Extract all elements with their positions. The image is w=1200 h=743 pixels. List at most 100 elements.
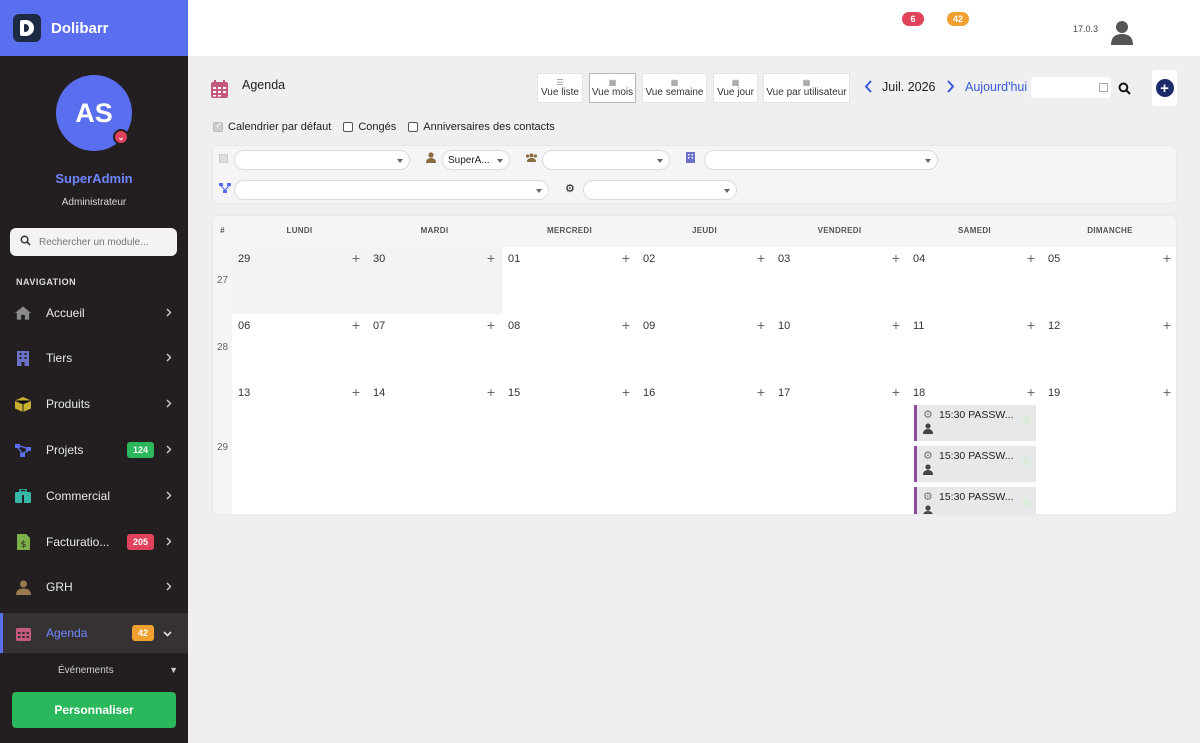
customize-button[interactable]: Personnaliser — [12, 692, 176, 728]
checkbox-birthdays[interactable]: Anniversaires des contacts — [408, 121, 555, 133]
sidebar-item-projets[interactable]: Projets 124 — [0, 430, 188, 470]
view-month-button[interactable]: ▦ Vue mois — [589, 73, 636, 103]
add-event-plus-icon[interactable]: + — [1163, 250, 1171, 266]
day-cell[interactable]: 01 + — [502, 247, 637, 314]
day-number[interactable]: 19 — [1048, 387, 1060, 399]
day-number[interactable]: 09 — [643, 320, 655, 332]
sidebar-item-facturatio[interactable]: $ Facturatio... 205 — [0, 522, 188, 562]
day-cell[interactable]: 16 + — [637, 381, 772, 514]
day-number[interactable]: 14 — [373, 387, 385, 399]
add-event-plus-icon[interactable]: + — [622, 250, 630, 266]
checkbox-conges[interactable]: Congés — [343, 121, 396, 133]
search-button[interactable] — [1113, 77, 1136, 99]
sidebar-item-produits[interactable]: Produits — [0, 384, 188, 424]
view-list-button[interactable]: ☰ Vue liste — [537, 73, 583, 103]
add-event-plus-icon[interactable]: + — [757, 250, 765, 266]
sidebar-subitem-evenements[interactable]: Événements ▼ — [0, 660, 188, 680]
add-event-plus-icon[interactable]: + — [757, 384, 765, 400]
day-cell[interactable]: 30 + — [367, 247, 502, 314]
day-cell[interactable]: 17 + — [772, 381, 907, 514]
add-event-plus-icon[interactable]: + — [1027, 317, 1035, 333]
next-month-button[interactable] — [946, 80, 955, 96]
day-cell[interactable]: 14 + — [367, 381, 502, 514]
day-number[interactable]: 16 — [643, 387, 655, 399]
checkbox[interactable] — [408, 122, 419, 132]
avatar[interactable]: AS ⌄ — [56, 75, 132, 151]
day-number[interactable]: 18 — [913, 387, 925, 399]
day-cell[interactable]: 05 + — [1042, 247, 1176, 314]
add-event-plus-icon[interactable]: + — [892, 317, 900, 333]
notification-badge-orange[interactable]: 42 — [947, 12, 969, 26]
checkbox[interactable] — [343, 122, 354, 132]
add-event-plus-icon[interactable]: + — [622, 384, 630, 400]
checkbox-default-calendar[interactable]: Calendrier par défaut — [213, 120, 331, 133]
sidebar-item-accueil[interactable]: Accueil — [0, 293, 188, 333]
day-number[interactable]: 05 — [1048, 253, 1060, 265]
add-event-plus-icon[interactable]: + — [892, 250, 900, 266]
day-number[interactable]: 04 — [913, 253, 925, 265]
sidebar-item-grh[interactable]: GRH — [0, 567, 188, 607]
calendar-event[interactable]: ⚙ 15:30 PASSW... — [914, 446, 1036, 482]
calendar-event[interactable]: ⚙ 15:30 PASSW... — [914, 487, 1036, 514]
user-avatar-icon[interactable] — [1110, 19, 1134, 45]
sidebar-item-tiers[interactable]: Tiers — [0, 338, 188, 378]
module-search-input[interactable] — [39, 236, 169, 248]
day-cell[interactable]: 15 + — [502, 381, 637, 514]
day-number[interactable]: 13 — [238, 387, 250, 399]
add-event-plus-icon[interactable]: + — [892, 384, 900, 400]
date-picker-icon[interactable] — [1099, 83, 1108, 92]
usergroup-select[interactable] — [542, 150, 670, 170]
view-day-button[interactable]: ▦ Vue jour — [713, 73, 758, 103]
day-number[interactable]: 29 — [238, 253, 250, 265]
filter-checkbox[interactable] — [219, 154, 228, 163]
day-number[interactable]: 06 — [238, 320, 250, 332]
add-event-plus-icon[interactable]: + — [352, 384, 360, 400]
today-link[interactable]: Aujourd'hui — [965, 80, 1027, 94]
user-select[interactable]: SuperA... — [442, 150, 510, 170]
day-number[interactable]: 01 — [508, 253, 520, 265]
day-cell[interactable]: 04 + — [907, 247, 1042, 314]
view-week-button[interactable]: ▦ Vue semaine — [642, 73, 707, 103]
day-cell[interactable]: 08 + — [502, 314, 637, 381]
add-event-plus-icon[interactable]: + — [1027, 384, 1035, 400]
day-cell[interactable]: 03 + — [772, 247, 907, 314]
day-number[interactable]: 30 — [373, 253, 385, 265]
add-event-plus-icon[interactable]: + — [1027, 250, 1035, 266]
notification-badge-red[interactable]: 6 — [902, 12, 924, 26]
type-select[interactable] — [234, 150, 410, 170]
brand[interactable]: Dolibarr — [0, 0, 188, 56]
day-cell[interactable]: 06 + — [232, 314, 367, 381]
day-number[interactable]: 03 — [778, 253, 790, 265]
day-number[interactable]: 08 — [508, 320, 520, 332]
sidebar-item-commercial[interactable]: Commercial — [0, 476, 188, 516]
day-cell[interactable]: 02 + — [637, 247, 772, 314]
chevron-down-icon[interactable]: ⌄ — [113, 129, 129, 145]
day-cell[interactable]: 09 + — [637, 314, 772, 381]
add-event-plus-icon[interactable]: + — [1163, 317, 1171, 333]
day-cell[interactable]: 29 + — [232, 247, 367, 314]
prev-month-button[interactable] — [864, 80, 873, 96]
calendar-event[interactable]: ⚙ 15:30 PASSW... — [914, 405, 1036, 441]
add-event-plus-icon[interactable]: + — [1163, 384, 1171, 400]
add-event-plus-icon[interactable]: + — [352, 317, 360, 333]
add-event-plus-icon[interactable]: + — [487, 317, 495, 333]
day-number[interactable]: 17 — [778, 387, 790, 399]
day-number[interactable]: 11 — [913, 320, 924, 332]
day-number[interactable]: 15 — [508, 387, 520, 399]
day-number[interactable]: 02 — [643, 253, 655, 265]
add-event-plus-icon[interactable]: + — [487, 250, 495, 266]
add-event-button[interactable]: + — [1152, 70, 1177, 106]
add-event-plus-icon[interactable]: + — [487, 384, 495, 400]
view-per-user-button[interactable]: ▦ Vue par utilisateur — [763, 73, 850, 103]
day-number[interactable]: 07 — [373, 320, 385, 332]
add-event-plus-icon[interactable]: + — [352, 250, 360, 266]
add-event-plus-icon[interactable]: + — [757, 317, 765, 333]
status-select[interactable] — [583, 180, 737, 200]
day-number[interactable]: 12 — [1048, 320, 1060, 332]
day-cell[interactable]: 19 + — [1042, 381, 1176, 514]
project-select[interactable] — [234, 180, 549, 200]
day-cell[interactable]: 13 + — [232, 381, 367, 514]
user-name[interactable]: SuperAdmin — [0, 171, 188, 186]
day-cell[interactable]: 12 + — [1042, 314, 1176, 381]
checkbox[interactable] — [213, 120, 223, 132]
